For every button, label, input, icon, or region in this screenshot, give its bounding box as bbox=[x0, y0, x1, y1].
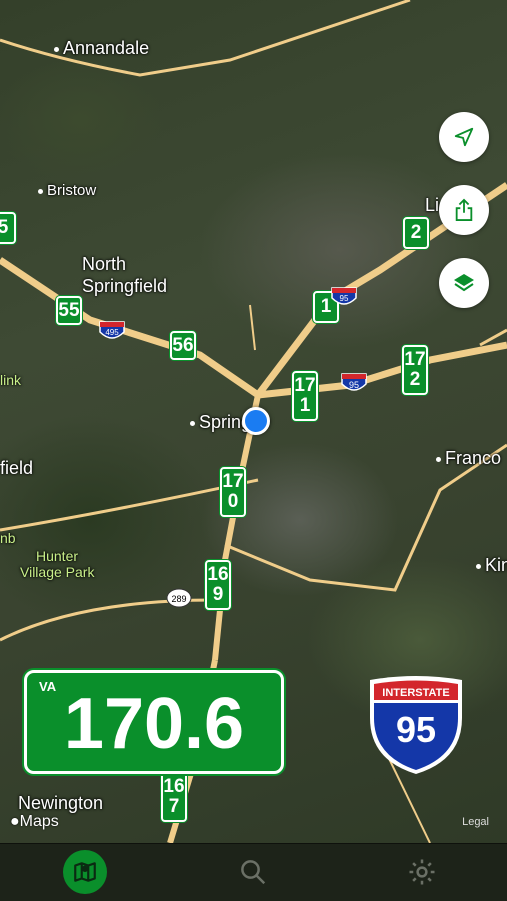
tab-bar bbox=[0, 843, 507, 901]
mile-marker-169[interactable]: 169 bbox=[205, 560, 231, 610]
place-mb: nb bbox=[0, 530, 16, 546]
place-hunter: Hunter bbox=[36, 548, 79, 564]
svg-text:289: 289 bbox=[171, 594, 186, 604]
interstate-495-shield: 495 bbox=[99, 321, 125, 339]
interstate-95-sign: INTERSTATE 95 bbox=[370, 676, 462, 774]
mile-marker-55[interactable]: 55 bbox=[56, 296, 82, 325]
mile-marker-2[interactable]: 2 bbox=[403, 217, 429, 249]
svg-text:495: 495 bbox=[105, 328, 119, 337]
tab-settings[interactable] bbox=[400, 850, 444, 894]
apple-logo-icon: ● bbox=[10, 813, 20, 830]
current-location-dot bbox=[242, 407, 270, 435]
tab-search[interactable] bbox=[231, 850, 275, 894]
place-hunter-village-park: Village Park bbox=[20, 564, 95, 580]
mile-value: 170.6 bbox=[63, 684, 245, 764]
layers-icon bbox=[454, 274, 474, 292]
svg-text:95: 95 bbox=[396, 709, 436, 750]
mile-marker[interactable]: 5 bbox=[0, 212, 16, 244]
legal-link[interactable]: Legal bbox=[462, 816, 489, 828]
mile-marker-display: VA 170.6 bbox=[24, 670, 284, 774]
svg-text:INTERSTATE: INTERSTATE bbox=[382, 687, 449, 699]
interstate-95-shield-north: 95 bbox=[331, 287, 357, 305]
map-icon bbox=[74, 862, 96, 882]
gear-icon bbox=[409, 859, 435, 885]
state-route-289-shield: 289 bbox=[166, 588, 192, 608]
place-link: link bbox=[0, 372, 22, 388]
place-kingstowne: Kin bbox=[476, 555, 507, 576]
mile-marker-170[interactable]: 170 bbox=[220, 467, 246, 517]
place-annandale: Annandale bbox=[54, 38, 149, 59]
search-icon bbox=[241, 860, 266, 885]
tab-map[interactable] bbox=[63, 850, 107, 894]
place-field: field bbox=[0, 458, 34, 478]
place-north-springfield: North bbox=[82, 254, 127, 274]
place-newington: Newington bbox=[18, 793, 104, 813]
location-arrow-icon bbox=[454, 127, 474, 147]
place-north-springfield-2: Springfield bbox=[82, 276, 168, 296]
mile-marker-167[interactable]: 167 bbox=[161, 772, 187, 822]
locate-button[interactable] bbox=[439, 112, 489, 162]
mile-marker-172[interactable]: 172 bbox=[402, 345, 428, 395]
map-layers-button[interactable] bbox=[439, 258, 489, 308]
interstate-95-shield-east: 95 bbox=[341, 373, 367, 391]
place-bristow: Bristow bbox=[38, 182, 96, 199]
place-lincolnia: Li bbox=[425, 195, 440, 215]
share-icon bbox=[455, 198, 473, 221]
mile-marker-171[interactable]: 171 bbox=[292, 371, 318, 421]
mile-marker-56[interactable]: 56 bbox=[170, 331, 196, 360]
maps-attribution: ●Maps bbox=[10, 813, 59, 830]
svg-text:95: 95 bbox=[340, 294, 349, 303]
share-button[interactable] bbox=[439, 185, 489, 235]
place-franconia: Franco bbox=[436, 448, 501, 469]
map-view[interactable]: Annandale Bristow North Springfield Spri… bbox=[0, 0, 507, 843]
svg-text:95: 95 bbox=[349, 380, 359, 390]
